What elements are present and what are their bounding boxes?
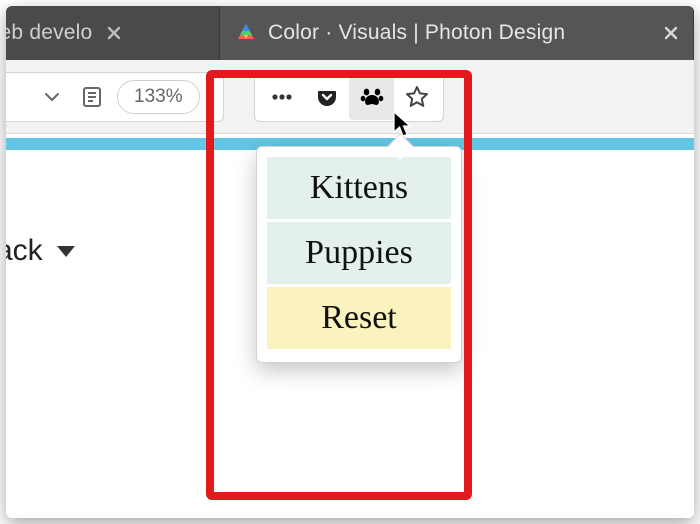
- popup-item-puppies[interactable]: Puppies: [267, 222, 451, 284]
- close-icon[interactable]: [661, 25, 681, 41]
- dropdown-label-fragment: ack: [6, 234, 43, 268]
- bookmark-star-icon[interactable]: [394, 74, 439, 120]
- extension-popup: Kittens Puppies Reset: [256, 146, 462, 363]
- browser-window: e Web develo Color · Visuals | Photon De…: [6, 6, 694, 518]
- toolbar: 133%: [6, 60, 694, 134]
- caret-down-icon: [57, 246, 75, 257]
- tab-active[interactable]: Color · Visuals | Photon Design: [220, 6, 694, 60]
- close-icon[interactable]: [104, 25, 124, 41]
- popup-item-label: Puppies: [305, 234, 413, 272]
- more-actions-icon[interactable]: [259, 74, 304, 120]
- popup-item-reset[interactable]: Reset: [267, 287, 451, 349]
- tab-label: e Web develo: [6, 21, 92, 45]
- zoom-badge[interactable]: 133%: [117, 80, 200, 114]
- url-bar-fragment[interactable]: 133%: [6, 72, 224, 122]
- reader-mode-icon[interactable]: [77, 82, 107, 112]
- pocket-icon[interactable]: [304, 74, 349, 120]
- chevron-down-icon[interactable]: [37, 82, 67, 112]
- tab-strip: e Web develo Color · Visuals | Photon De…: [6, 6, 694, 60]
- tab-inactive[interactable]: e Web develo: [6, 6, 220, 60]
- tab-label: Color · Visuals | Photon Design: [268, 21, 565, 45]
- favicon-icon: [234, 21, 258, 45]
- paw-extension-icon[interactable]: [349, 74, 394, 120]
- popup-item-label: Kittens: [310, 169, 408, 207]
- popup-item-label: Reset: [321, 299, 397, 337]
- popup-item-kittens[interactable]: Kittens: [267, 157, 451, 219]
- page-action-buttons: [254, 72, 444, 122]
